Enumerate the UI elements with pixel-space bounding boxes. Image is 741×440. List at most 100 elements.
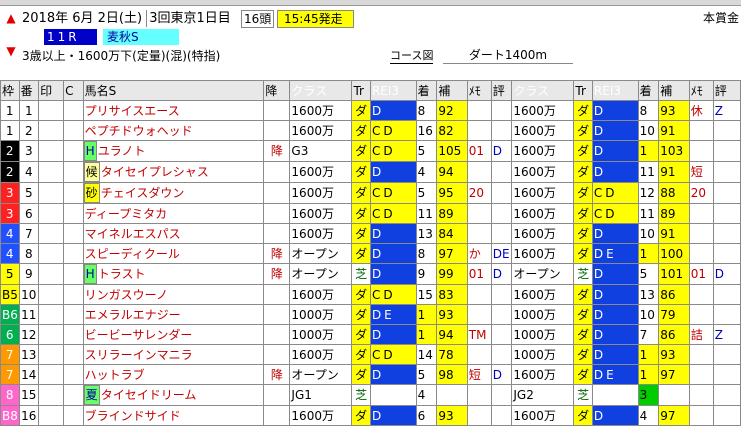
horse-name-cell: ビービーサレンダー <box>82 324 265 345</box>
rpci-2-cell: D <box>591 344 639 365</box>
col-ho-2[interactable]: 補 <box>658 80 690 101</box>
horse-name[interactable]: ビービーサレンダー <box>85 328 193 342</box>
tr-2-cell: ダ <box>573 304 593 325</box>
rpci-1-cell: D <box>369 263 417 285</box>
table-row[interactable]: B6 11 エメラルエナジー 1000万ダ DE 1 93 1000万ダ D 10 79 <box>0 304 741 325</box>
horse-name[interactable]: トラスト <box>98 267 146 281</box>
kou-cell: 降 <box>263 263 291 285</box>
horse-name[interactable]: プリサイスエース <box>85 104 180 118</box>
horse-name[interactable]: チェイスダウン <box>101 186 185 200</box>
table-row[interactable]: B5 10 リンガスウーノ 1600万ダ CD 15 83 1600万ダ D 13 86 <box>0 284 741 305</box>
ho-1-cell: 84 <box>436 223 468 244</box>
tr-1-cell: ダ <box>351 243 371 264</box>
c-cell <box>63 120 84 141</box>
col-memo-1[interactable]: ﾒﾓ <box>466 80 492 101</box>
col-chaku-1[interactable]: 着 <box>415 80 438 101</box>
table-row[interactable]: B8 16 ブラインドサイド 1600万ダ D 6 93 1600万ダ D 4 97 <box>0 405 741 426</box>
rpci-2-cell: CD <box>591 182 639 204</box>
col-class-2[interactable]: クラス <box>511 80 575 101</box>
col-ho-1[interactable]: 補 <box>436 80 468 101</box>
prev-race-arrow-icon[interactable]: ▲ <box>4 11 18 25</box>
horse-name[interactable]: リンガスウーノ <box>85 288 168 302</box>
chaku-1-cell: 1 <box>415 324 438 345</box>
table-row[interactable]: 7 14 ハットラブ降オープンダ D 5 98 短 D 1600万ダ DE 1 97 <box>0 364 741 385</box>
waku-cell: 2 <box>0 140 20 162</box>
tr-1-cell: ダ <box>351 223 371 244</box>
table-row[interactable]: 8 15 夏タイセイドリーム JG1 芝 4 JG2 芝 3 <box>0 384 741 406</box>
col-tr-2[interactable]: Tr <box>573 80 593 101</box>
horse-name[interactable]: ブラインドサイド <box>85 409 181 423</box>
mark-cell <box>38 203 65 224</box>
rpci-2-cell: CD <box>591 203 639 224</box>
tr-2-cell: ダ <box>573 223 593 244</box>
mark-cell <box>38 284 65 305</box>
col-hyo-1[interactable]: 評 <box>490 80 513 101</box>
waku-cell: 1 <box>0 120 20 141</box>
chaku-1-cell: 9 <box>415 263 438 285</box>
col-waku[interactable]: 枠 <box>0 80 20 101</box>
col-class-1[interactable]: クラス <box>289 80 353 101</box>
kou-cell <box>263 324 291 345</box>
table-row[interactable]: 1 2 ペプチドウォヘッド 1600万ダ CD 16 82 1600万ダ D 10 91 <box>0 120 741 141</box>
horse-name[interactable]: スピーディクール <box>85 247 180 261</box>
class-1-cell: JG1 <box>289 384 353 406</box>
memo-1-cell: 20 <box>466 182 492 204</box>
table-row[interactable]: 4 8 スピーディクール降オープンダ D 8 97 か DE 1600万ダ DE 1 100 <box>0 243 741 264</box>
rpci-2-cell: D <box>591 161 639 183</box>
horse-name[interactable]: マイネルエスパス <box>85 227 181 241</box>
col-rpci-2[interactable]: REI3 <box>591 80 639 101</box>
table-row[interactable]: 2 4 候タイセイプレシャス 1600万ダ D 4 94 1600万ダ D 11 91 短 <box>0 161 741 183</box>
table-row[interactable]: 6 12 ビービーサレンダー 1000万ダ D 1 94 TM 1000万ダ D 7 86 詰 Z <box>0 324 741 345</box>
prize-label[interactable]: 本賞金 <box>703 10 739 26</box>
table-row[interactable]: 3 6 ディープミタカ 1600万ダ CD 11 89 1600万ダ CD 11 89 <box>0 203 741 224</box>
horse-name-cell: エメラルエナジー <box>82 304 265 325</box>
waku-cell: B6 <box>0 304 20 325</box>
col-chaku-2[interactable]: 着 <box>637 80 660 101</box>
horse-name[interactable]: タイセイプレシャス <box>101 165 209 179</box>
next-race-arrow-icon[interactable]: ▼ <box>4 44 18 58</box>
table-row[interactable]: 7 13 スリラーインマニラ 1600万ダ CD 14 78 1000万ダ D 1 93 <box>0 344 741 365</box>
ban-cell: 4 <box>18 161 40 183</box>
table-row[interactable]: 3 5 砂チェイスダウン 1600万ダ CD 5 95 20 1600万ダ CD 12 88 20 <box>0 182 741 204</box>
kou-cell: 降 <box>263 364 291 385</box>
horse-name[interactable]: スリラーインマニラ <box>85 348 193 362</box>
tr-1-cell: ダ <box>351 120 371 141</box>
class-1-cell: 1000万 <box>289 304 353 325</box>
horse-name[interactable]: ディープミタカ <box>85 207 167 221</box>
horse-name[interactable]: タイセイドリーム <box>101 388 197 402</box>
col-mark[interactable]: 印 <box>38 80 65 101</box>
table-row[interactable]: 2 3 H ユラノト降 G3 ダ CD 5 105 01 D 1600万ダ D 1 103 <box>0 140 741 162</box>
chaku-1-cell: 1 <box>415 304 438 325</box>
col-name[interactable]: 馬名S <box>82 80 265 101</box>
hyo-2-cell <box>712 140 741 162</box>
table-row[interactable]: 5 9 H トラスト降オープン芝 D 9 99 01 D オープン芝 D 5 101 01 D <box>0 263 741 285</box>
hyo-1-cell: D <box>490 140 513 162</box>
col-c[interactable]: C <box>63 80 84 101</box>
col-tr-1[interactable]: Tr <box>351 80 371 101</box>
horse-name[interactable]: エメラルエナジー <box>85 308 181 322</box>
course-map-link[interactable]: コース図 <box>390 48 434 64</box>
horse-mark-badge: H <box>84 264 97 284</box>
chaku-1-cell: 4 <box>415 161 438 183</box>
chaku-1-cell: 14 <box>415 344 438 365</box>
table-row[interactable]: 1 1 プリサイスエース 1600万ダ D 8 92 1600万ダ D 8 93 休 Z <box>0 100 741 121</box>
memo-2-cell <box>688 243 714 264</box>
col-hyo-2[interactable]: 評 <box>712 80 741 101</box>
rpci-1-cell: CD <box>369 203 417 224</box>
horse-name[interactable]: ハットラブ <box>85 368 145 382</box>
col-kou[interactable]: 降 <box>263 80 291 101</box>
tr-2-cell: ダ <box>573 243 593 264</box>
c-cell <box>63 263 84 285</box>
col-ban[interactable]: 番 <box>18 80 40 101</box>
mark-cell <box>38 364 65 385</box>
horse-name[interactable]: ペプチドウォヘッド <box>85 124 193 138</box>
table-row[interactable]: 4 7 マイネルエスパス 1600万ダ D 13 84 1600万ダ D 10 91 <box>0 223 741 244</box>
tr-2-cell: ダ <box>573 324 593 345</box>
mark-cell <box>38 140 65 162</box>
memo-1-cell <box>466 203 492 224</box>
hyo-2-cell <box>712 161 741 183</box>
col-rpci-1[interactable]: REI3 <box>369 80 417 101</box>
horse-name[interactable]: ユラノト <box>98 144 146 158</box>
col-memo-2[interactable]: ﾒﾓ <box>688 80 714 101</box>
kou-cell <box>263 304 291 325</box>
